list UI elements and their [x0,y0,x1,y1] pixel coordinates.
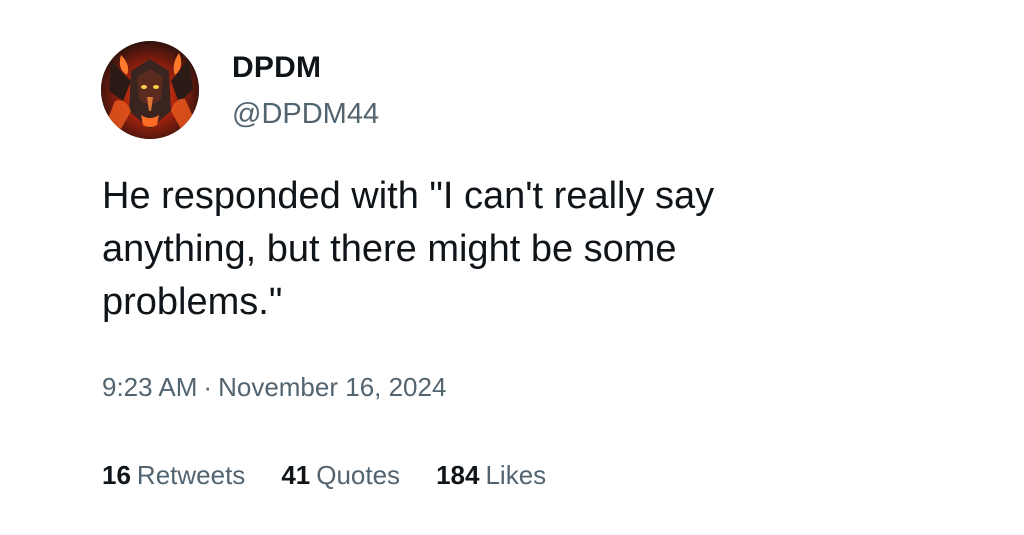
tweet-card: DPDM @DPDM44 He responded with "I can't … [0,0,1024,535]
meta-separator: · [203,372,213,402]
likes-label: Likes [485,460,547,490]
retweets-stat[interactable]: 16 Retweets [102,458,245,492]
retweets-label: Retweets [136,460,246,490]
likes-count: 184 [436,460,480,490]
retweets-count: 16 [102,460,131,490]
likes-stat[interactable]: 184 Likes [436,458,546,492]
tweet-date: November 16, 2024 [218,372,447,402]
quotes-count: 41 [281,460,311,490]
user-handle[interactable]: @DPDM44 [232,96,379,132]
tweet-stats: 16 Retweets 41 Quotes 184 Likes [102,458,582,492]
avatar[interactable] [101,41,199,139]
quotes-label: Quotes [316,460,401,490]
demon-avatar-icon [101,41,199,139]
tweet-timestamp[interactable]: 9:23 AM · November 16, 2024 [102,370,446,404]
display-name[interactable]: DPDM [232,50,321,86]
quotes-stat[interactable]: 41 Quotes [281,458,400,492]
tweet-time: 9:23 AM [102,372,198,402]
tweet-text: He responded with "I can't really say an… [102,175,715,323]
